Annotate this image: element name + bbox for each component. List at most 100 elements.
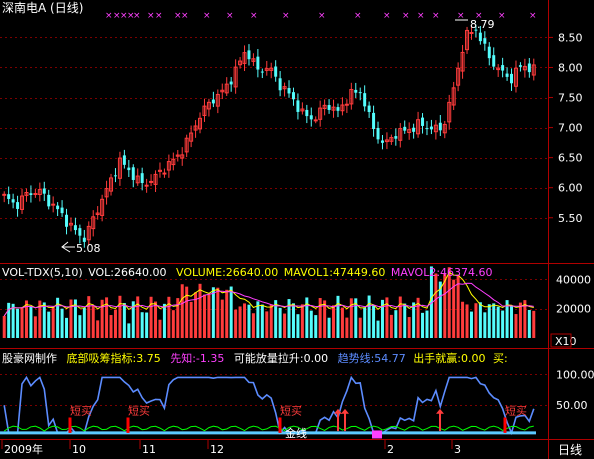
candle-body bbox=[291, 92, 295, 100]
volume-bar bbox=[171, 310, 175, 338]
candle-body bbox=[162, 172, 167, 175]
candle-body bbox=[29, 193, 33, 195]
volume-bar bbox=[82, 307, 86, 338]
volume-bar bbox=[198, 283, 202, 338]
candle-body bbox=[256, 56, 260, 70]
candle-body bbox=[403, 126, 407, 131]
volume-bar bbox=[118, 295, 122, 338]
candle-body bbox=[421, 117, 425, 126]
candle-body bbox=[122, 155, 126, 165]
volume-bar bbox=[336, 295, 340, 338]
signal-marker: × bbox=[105, 11, 113, 21]
volume-bar bbox=[109, 315, 113, 338]
candle-body bbox=[429, 126, 433, 130]
volume-bar bbox=[478, 302, 482, 338]
volume-bar bbox=[527, 309, 531, 338]
buy-signal-label: 短买 bbox=[280, 403, 302, 417]
stock-chart-window: { "colors": {"up":"#ff3c3c","down":"#54f… bbox=[0, 0, 594, 459]
candle-body bbox=[274, 66, 278, 77]
candle-body bbox=[131, 167, 135, 180]
volume-bar bbox=[412, 302, 416, 338]
candle-body bbox=[492, 55, 496, 67]
volume-bar bbox=[96, 320, 100, 338]
signal-marker: × bbox=[402, 11, 410, 21]
signal-marker: × bbox=[354, 11, 362, 21]
candle-body bbox=[229, 81, 233, 85]
indicator-axis: 100.00 50.00 bbox=[556, 368, 594, 412]
volume-bar bbox=[136, 296, 140, 338]
volume-bar bbox=[510, 305, 514, 338]
price-tick-label: 7.50 bbox=[558, 92, 583, 105]
volume-bar bbox=[33, 316, 37, 338]
grid-lines bbox=[0, 37, 548, 406]
volume-bar bbox=[11, 303, 15, 338]
candle-body bbox=[412, 127, 416, 132]
volume-bar bbox=[167, 296, 171, 338]
candle-body bbox=[510, 73, 514, 84]
volume-bar bbox=[162, 303, 166, 338]
x-tick-label: 2009年 bbox=[4, 442, 43, 456]
buy-arrow-head bbox=[341, 408, 349, 414]
price-axis: 8.50 8.00 7.50 7.00 6.50 6.00 5.50 bbox=[548, 31, 583, 225]
price-tick-label: 6.00 bbox=[558, 182, 583, 195]
candle-body bbox=[309, 115, 313, 120]
volume-bar bbox=[7, 302, 11, 338]
signal-marker: × bbox=[282, 11, 290, 21]
candle-body bbox=[144, 184, 149, 187]
high-label: 8.79 bbox=[470, 18, 495, 31]
chart-canvas[interactable]: 8.508.007.507.006.506.005.50 × × × ×× × × × × × ×… bbox=[0, 0, 594, 459]
low-annotation: 5.08 bbox=[61, 241, 101, 255]
volume-bar bbox=[492, 303, 496, 338]
candle-body bbox=[260, 71, 264, 73]
indicator-tick-label: 100.00 bbox=[556, 368, 594, 381]
volume-bar bbox=[207, 294, 211, 338]
chushou-value: 出手就赢:0.00 bbox=[413, 352, 486, 365]
signal-marker: × bbox=[318, 11, 326, 21]
chart-title: 深南电A (日线) bbox=[2, 1, 84, 15]
x-tick-label: 12 bbox=[210, 443, 224, 456]
volume-bar bbox=[265, 311, 269, 338]
volume-bar bbox=[452, 279, 456, 338]
volume-tick-label: 20000 bbox=[556, 303, 591, 316]
volume-bar bbox=[216, 287, 220, 338]
volume-bar bbox=[300, 304, 304, 338]
indicator-signals: 短买 短买 短买 短买金线 bbox=[68, 403, 527, 440]
volume-bar bbox=[461, 301, 465, 338]
signal-marker: × bbox=[417, 11, 425, 21]
volume-bar bbox=[229, 286, 233, 338]
signal-marker: × bbox=[250, 11, 258, 21]
candle-body bbox=[501, 65, 505, 71]
volume-bar bbox=[283, 313, 287, 338]
candle-body bbox=[336, 107, 340, 111]
buy-signal-label: 短买 bbox=[70, 403, 92, 417]
candle-body bbox=[278, 78, 282, 91]
volume-bar bbox=[318, 298, 322, 338]
volume-bar bbox=[202, 294, 206, 338]
xianzhi-value: 先知:-1.35 bbox=[170, 352, 225, 365]
volume-bar bbox=[465, 304, 469, 338]
volume-bar bbox=[474, 303, 478, 338]
volume-bar bbox=[225, 289, 229, 338]
candle-body bbox=[425, 128, 429, 130]
volume-bar bbox=[211, 287, 215, 338]
vol-value: VOL:26640.00 bbox=[88, 266, 167, 279]
volume-bar bbox=[51, 306, 55, 338]
volume-bar bbox=[372, 305, 376, 338]
volume-bar bbox=[363, 307, 367, 338]
buy-signal-label: 短买 bbox=[128, 403, 150, 417]
x-tick-label: 11 bbox=[142, 443, 156, 456]
candle-body bbox=[478, 32, 482, 42]
volume-bar bbox=[149, 296, 153, 338]
bottom-line bbox=[3, 425, 534, 432]
candle-body bbox=[344, 103, 349, 106]
volume-bar bbox=[332, 305, 336, 338]
volume-bar bbox=[158, 319, 162, 338]
volume-bar bbox=[407, 317, 411, 338]
period-label[interactable]: 日线 bbox=[558, 443, 582, 457]
volume-bar bbox=[501, 310, 505, 338]
volume-bar bbox=[291, 303, 295, 338]
candle-body bbox=[354, 89, 358, 93]
mavol1-value: MAVOL1:47449.60 bbox=[283, 266, 386, 279]
signal-marker: × bbox=[226, 11, 234, 21]
volume-bar bbox=[47, 311, 51, 338]
